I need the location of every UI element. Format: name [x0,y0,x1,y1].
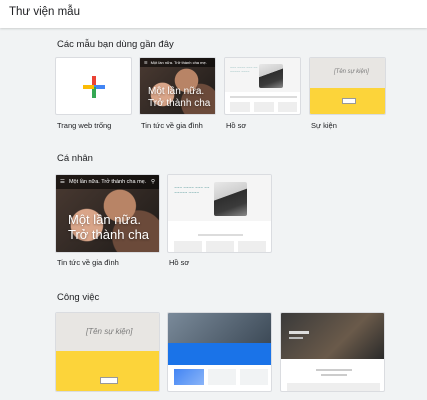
headline-line-2: Trở thành cha [148,97,211,109]
template-preview-bar-text: Một lần nữa. Trở thành cha mẹ. [68,179,147,185]
plus-icon [83,76,105,98]
template-preview-banner [168,313,271,343]
hamburger-menu-icon: ☰ [60,179,65,185]
template-preview-banner [281,313,384,359]
template-preview-footer [287,383,380,391]
section-title-work: Công việc [57,292,100,303]
template-preview-subtitle-line [289,337,303,339]
template-label-profile: Hồ sơ [226,121,247,130]
template-card-blank[interactable] [55,57,132,115]
template-label-family-news: Tin tức về gia đình [141,121,203,130]
template-preview-image [174,369,204,385]
template-card-work[interactable] [167,312,272,392]
template-preview-divider [198,234,243,236]
template-preview-event-name: [Tên sự kiện] [334,69,369,75]
hamburger-menu-icon: ☰ [144,60,148,65]
template-card-profile-large[interactable]: ~~~ ~~~~ ~~~ ~~ ~~~~~ ~~~~ [167,174,272,253]
template-preview-blue-band [168,343,271,365]
template-preview-block [230,102,250,112]
template-preview-bar-text: Một lần nữa. Trở thành cha mẹ. [150,60,207,65]
template-preview-yellow-band [56,351,159,391]
template-preview-headline: Một lần nữa. Trở thành cha [148,86,210,109]
template-preview-event-name: [Tên sự kiện] [86,327,133,336]
template-preview-header: ☰ Một lần nữa. Trở thành cha mẹ. [140,58,215,67]
template-preview-greeting: ~~~ ~~~~ ~~~ ~~ ~~~~~ ~~~~ [230,66,258,75]
template-card-profile[interactable]: ~~~ ~~~~ ~~~ ~~ ~~~~~ ~~~~ [224,57,301,115]
page-title: Thư viện mẫu [9,6,80,18]
template-preview-button [342,98,356,104]
headline-line-1: Một lần nữa. [148,86,205,97]
section-title-personal: Cá nhân [57,153,93,164]
template-preview-person-image [259,64,283,88]
template-card-work-3[interactable] [280,312,385,392]
template-label-event: Sự kiện [311,121,337,130]
search-icon: ⚲ [150,179,155,185]
template-label-family-news-personal: Tin tức về gia đình [57,258,119,267]
section-title-recent: Các mẫu bạn dùng gần đây [57,39,174,50]
template-card-family-news[interactable]: ☰ Một lần nữa. Trở thành cha mẹ. Một lần… [139,57,216,115]
top-bar: Thư viện mẫu [0,0,427,28]
template-preview-header: ☰ Một lần nữa. Trở thành cha mẹ. ⚲ [56,175,159,189]
template-preview-person-image [214,182,247,216]
template-preview-block [208,369,236,385]
template-preview-block [254,102,274,112]
template-preview-title-line [289,331,309,334]
template-card-event[interactable]: [Tên sự kiện] [309,57,386,115]
template-preview-block [206,241,234,252]
template-preview-block [278,102,297,112]
template-card-family-news-large[interactable]: ☰ Một lần nữa. Trở thành cha mẹ. ⚲ Một l… [55,174,160,253]
template-preview-text-line [316,369,352,371]
template-preview-headline: Một lần nữa. Trở thành cha [68,212,150,243]
template-preview-block [174,241,202,252]
template-preview-divider [230,96,297,98]
template-preview-block [238,241,266,252]
template-preview-block [240,369,268,385]
template-preview-button [100,377,118,384]
template-label-blank: Trang web trống [57,121,112,130]
headline-line-2: Trở thành cha [68,226,150,242]
template-card-event-large[interactable]: [Tên sự kiện] [55,312,160,392]
template-label-profile-personal: Hồ sơ [169,258,190,267]
template-preview-text-line [321,374,347,376]
template-preview-greeting: ~~~ ~~~~ ~~~ ~~ ~~~~~ ~~~~ [174,185,210,196]
headline-line-1: Một lần nữa. [68,212,142,227]
